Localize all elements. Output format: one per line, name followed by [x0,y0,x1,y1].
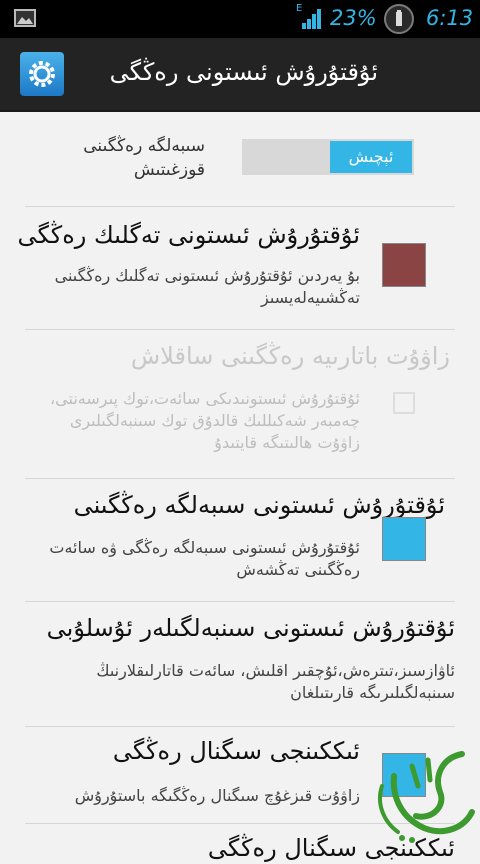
pref-title: ئۇقتۇرۇش ئىستونى تەگلىك رەڭگى [17,221,360,249]
page-title: ئۇقتۇرۇش ئىستونى رەڭگى [109,58,378,86]
language-label: سىبەلگە رەڭگىنى قوزغىتىش [83,136,205,180]
pref-summary: ئۇقتۇرۇش ئىستونىدىكى سائەت،توك پىرسەنتى،… [50,389,360,452]
pref-row-keep-factory-battery: زاۋۇت باتارىيە رەڭگىنى ساقلاش ئۇقتۇرۇش ئ… [25,330,455,478]
watermark-logo [378,751,475,843]
pref-title: ئۇقتۇرۇش ئىستونى سىنبەلگىلەر ئۇسلۇبى [46,614,455,642]
pref-row-icon-color[interactable]: ئۇقتۇرۇش ئىستونى سىبەلگە رەڭگىنى ئۇقتۇرۇ… [25,479,455,601]
color-swatch[interactable] [382,517,426,561]
battery-circle-icon [384,4,414,34]
pref-summary: ئۇقتۇرۇش ئىستونى سىبەلگە رەڭگى ۋە سائەت … [49,538,360,579]
pref-summary: ئاۋازسىز،تىترەش،ئۇچقىر اقلىش، سائەت قاتا… [96,661,455,702]
signal-icon [302,9,321,29]
gallery-icon [14,9,36,27]
pref-row-background-color[interactable]: ئۇقتۇرۇش ئىستونى تەگلىك رەڭگى بۇ يەردىن … [18,207,455,329]
language-row: سىبەلگە رەڭگىنى قوزغىتىش ئېچىش [25,112,455,206]
color-swatch[interactable] [382,243,426,287]
action-bar: ئۇقتۇرۇش ئىستونى رەڭگى [0,38,480,112]
toggle-knob[interactable]: ئېچىش [330,141,412,173]
pref-row-icon-style[interactable]: ئۇقتۇرۇش ئىستونى سىنبەلگىلەر ئۇسلۇبى ئاۋ… [25,602,455,726]
pref-title: ئىككىنجى سىگنال رەڭگى [112,737,360,765]
battery-percent: 23% [330,6,377,30]
pref-title: زاۋۇت باتارىيە رەڭگىنى ساقلاش [130,342,450,370]
enable-toggle[interactable]: ئېچىش [242,139,414,175]
clock: 6:13 [426,6,474,30]
pref-title: ئۇقتۇرۇش ئىستونى سىبەلگە رەڭگىنى [73,491,445,519]
checkbox [393,392,415,414]
pref-summary: بۇ يەردىن ئۇقتۇرۇش ئىستونى تەگلىك رەڭگىن… [54,266,360,307]
pref-summary: زاۋۇت قىزغۇچ سىگنال رەڭگىگە باستۇرۇش [74,786,360,805]
gear-icon[interactable] [20,52,64,96]
status-bar: E 23% 6:13 [0,0,480,38]
